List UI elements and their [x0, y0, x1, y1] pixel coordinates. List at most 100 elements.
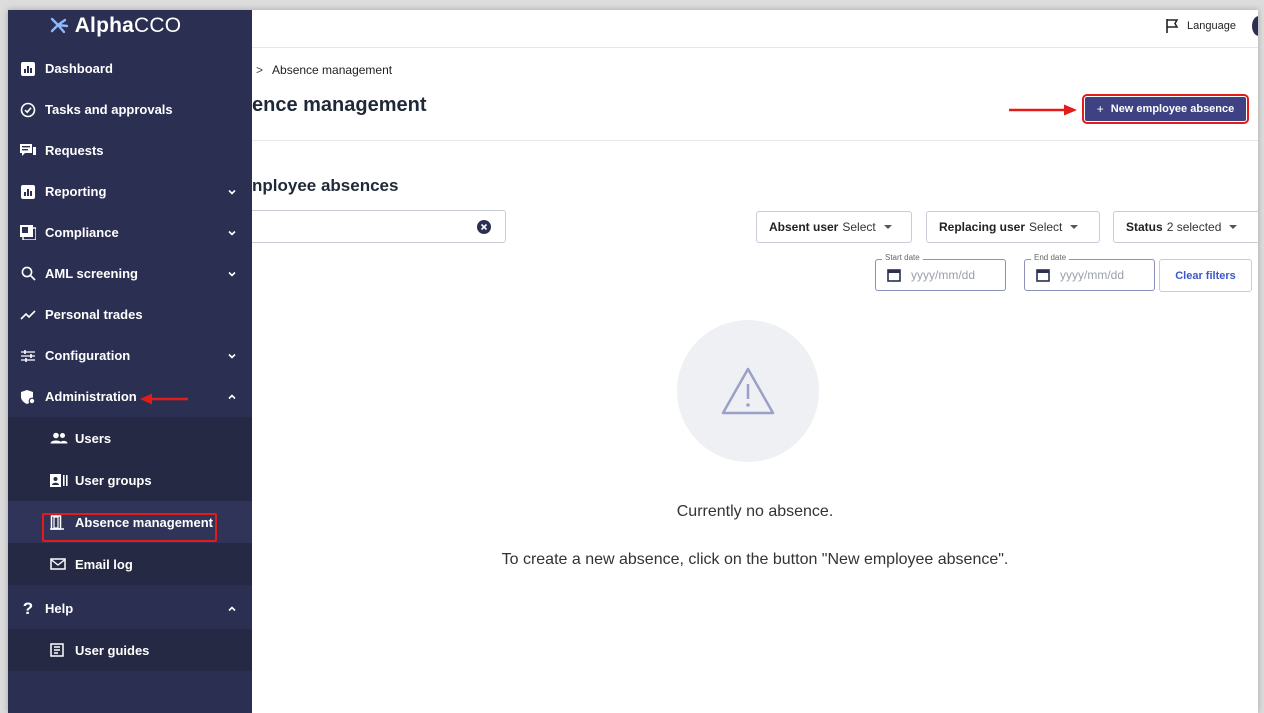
breadcrumb: > Absence management [256, 63, 392, 77]
chevron-down-icon[interactable] [226, 186, 238, 198]
id-card-icon [50, 472, 68, 488]
language-selector[interactable]: Language [1164, 18, 1236, 34]
sidebar-subitem-label: Absence management [75, 514, 213, 530]
sidebar-subitem-label: Email log [75, 556, 133, 572]
filter-value: 2 selected [1166, 220, 1222, 234]
sidebar-item-label: Compliance [45, 225, 119, 240]
logo-icon [49, 17, 71, 35]
calendar-icon [887, 269, 901, 282]
empty-state-illustration [677, 320, 819, 462]
sidebar-subitem-user-groups[interactable]: User groups [8, 459, 252, 501]
bar-chart-icon [19, 60, 37, 78]
caret-down-icon [883, 225, 892, 229]
plus-icon: + [1096, 102, 1104, 116]
sidebar-item-aml-screening[interactable]: AML screening [8, 253, 252, 294]
door-icon [50, 514, 68, 530]
chevron-down-icon[interactable] [226, 350, 238, 362]
sidebar-subitem-user-guides[interactable]: User guides [8, 629, 252, 671]
sidebar-item-label: Dashboard [45, 61, 113, 76]
sidebar-item-tasks[interactable]: Tasks and approvals [8, 89, 252, 130]
logo-text-bold: Alpha [74, 14, 135, 37]
replacing-user-filter[interactable]: Replacing user Select [926, 211, 1100, 243]
sidebar-item-label: AML screening [45, 266, 138, 281]
clear-filters-button[interactable]: Clear filters [1159, 259, 1252, 292]
divider [252, 140, 1258, 141]
sidebar-subitem-users[interactable]: Users [8, 417, 252, 459]
empty-state-description: To create a new absence, click on the bu… [252, 551, 1258, 569]
clear-search-icon[interactable] [477, 220, 491, 234]
caret-down-icon [1229, 225, 1238, 229]
filter-value: Select [842, 220, 876, 234]
sidebar-item-label: Tasks and approvals [45, 102, 173, 117]
sidebar-item-requests[interactable]: Requests [8, 130, 252, 171]
chevron-up-icon[interactable] [226, 603, 238, 615]
end-date-placeholder: yyyy/mm/dd [1060, 268, 1125, 282]
filter-label: Status [1126, 220, 1163, 234]
page-title: ence management [252, 94, 427, 116]
question-icon: ? [22, 598, 34, 618]
people-icon [50, 430, 68, 446]
new-employee-absence-button[interactable]: + New employee absence [1082, 94, 1249, 124]
shield-gear-icon [19, 388, 37, 406]
filter-value: Select [1029, 220, 1063, 234]
new-employee-absence-label: New employee absence [1110, 103, 1235, 115]
breadcrumb-separator: > [256, 63, 264, 77]
sidebar-item-reporting[interactable]: Reporting [8, 171, 252, 212]
sidebar-subitem-email-log[interactable]: Email log [8, 543, 252, 585]
filter-label: Absent user [769, 220, 839, 234]
mail-icon [50, 556, 68, 572]
avatar[interactable] [1252, 16, 1258, 36]
chevron-up-icon[interactable] [226, 391, 238, 403]
document-icon [19, 224, 37, 242]
start-date-legend: Start date [882, 253, 923, 262]
calendar-icon [1036, 269, 1050, 282]
chevron-down-icon[interactable] [226, 227, 238, 239]
sidebar-item-label: Administration [45, 389, 137, 404]
annotation-arrow-icon [140, 393, 188, 405]
sidebar-item-dashboard[interactable]: Dashboard [8, 48, 252, 89]
annotation-arrow-icon [1009, 104, 1077, 116]
sidebar-subitem-absence-management[interactable]: Absence management [8, 501, 252, 543]
trend-line-icon [19, 306, 37, 324]
sidebar-subitem-label: User guides [75, 642, 150, 658]
warning-icon [721, 367, 775, 415]
bar-chart-icon [19, 183, 37, 201]
start-date-placeholder: yyyy/mm/dd [911, 268, 976, 282]
language-label: Language [1187, 20, 1236, 32]
sidebar-subitem-label: Users [75, 430, 112, 446]
book-icon [50, 642, 68, 658]
empty-state-title-text: Currently no absence. [676, 503, 834, 520]
app-logo[interactable]: Alpha CCO [8, 10, 252, 42]
filter-label: Replacing user [939, 220, 1026, 234]
flag-icon [1166, 19, 1179, 33]
sidebar-item-configuration[interactable]: Configuration [8, 335, 252, 376]
end-date-field[interactable]: End date yyyy/mm/dd [1024, 253, 1155, 291]
chevron-down-icon[interactable] [226, 268, 238, 280]
sidebar: Alpha CCO Dashboard Tasks and approvals R… [8, 10, 252, 713]
sidebar-item-administration[interactable]: Administration [8, 376, 252, 417]
chat-icon [19, 142, 37, 160]
start-date-field[interactable]: Start date yyyy/mm/dd [875, 253, 1006, 291]
sidebar-item-label: Reporting [45, 184, 107, 199]
search-icon [19, 265, 37, 283]
search-input[interactable] [244, 210, 506, 243]
sidebar-item-label: Help [45, 601, 74, 616]
main-content: > Absence management ence management + N… [244, 48, 1258, 713]
empty-state-description-text: To create a new absence, click on the bu… [501, 551, 1009, 568]
absent-user-filter[interactable]: Absent user Select [756, 211, 912, 243]
sidebar-item-compliance[interactable]: Compliance [8, 212, 252, 253]
empty-state-title: Currently no absence. [252, 503, 1258, 521]
sidebar-item-help[interactable]: ? Help [8, 588, 252, 629]
sidebar-nav: Dashboard Tasks and approvals Requests R… [8, 48, 252, 671]
end-date-legend: End date [1031, 253, 1070, 262]
sidebar-subitem-label: User groups [75, 472, 152, 488]
breadcrumb-current: Absence management [272, 63, 393, 77]
app-window: Alpha CCO Dashboard Tasks and approvals R… [8, 10, 1258, 713]
sidebar-item-label: Requests [45, 143, 104, 158]
check-circle-icon [19, 101, 37, 119]
sidebar-item-personal-trades[interactable]: Personal trades [8, 294, 252, 335]
section-title: nployee absences [252, 176, 399, 195]
status-filter[interactable]: Status 2 selected [1113, 211, 1258, 243]
sidebar-item-label: Personal trades [45, 307, 143, 322]
sliders-icon [19, 347, 37, 365]
